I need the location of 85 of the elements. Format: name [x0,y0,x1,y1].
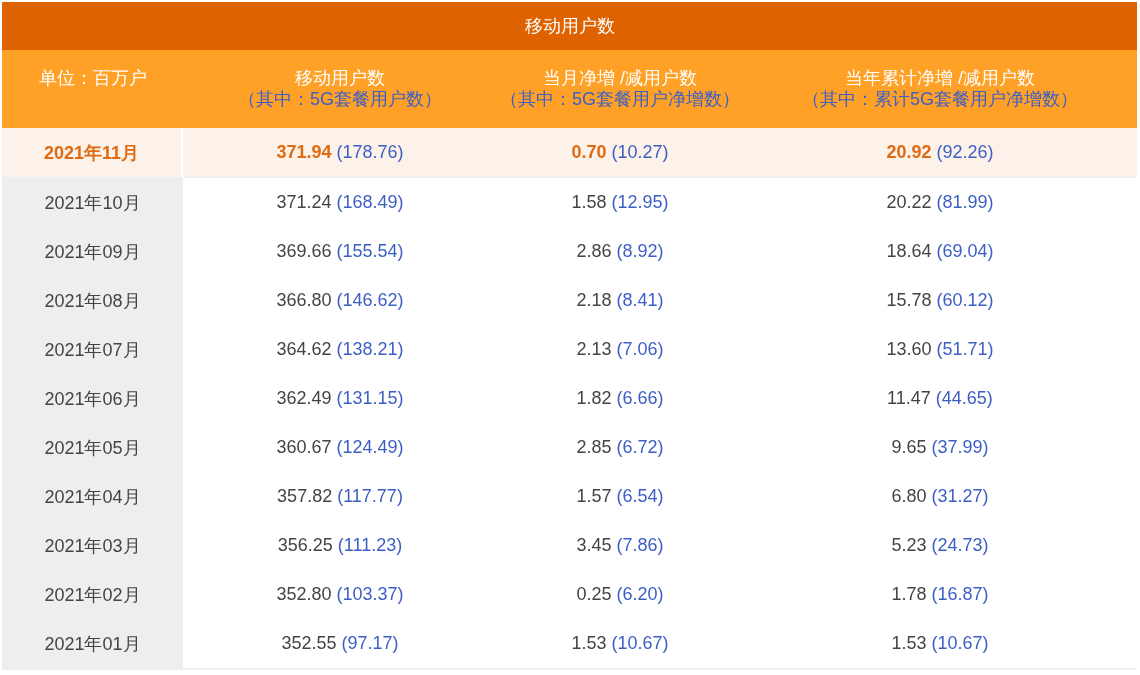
cell-5g-value: (51.71) [936,339,994,360]
cell-5g-value: (117.77) [337,486,403,507]
cell-5g-value: (138.21) [336,339,404,360]
cell-value: 2.13 [576,339,612,360]
cell-5g-value: (8.92) [616,241,664,262]
month-cell: 2021年06月 [2,374,183,423]
cell-value: 360.67 [276,437,332,458]
cell-value: 18.64 [886,241,932,262]
cell-value: 1.78 [891,584,927,605]
cell-5g-value: (7.86) [616,535,664,556]
cell-value: 352.55 [281,633,337,654]
column-header: 移动用户数 [295,68,385,89]
month-cell: 2021年05月 [2,423,183,472]
month-cell: 2021年03月 [2,521,183,570]
month-cell: 2021年08月 [2,276,183,325]
cell-value: 1.82 [576,388,612,409]
cell-5g-value: (10.67) [931,633,989,654]
cell-5g-value: (6.66) [616,388,664,409]
cell-value: 0.25 [576,584,612,605]
cell-value: 1.58 [571,192,607,213]
table-title: 移动用户数 [524,15,615,38]
cell-5g-value: (124.49) [336,437,404,458]
cell-5g-value: (10.27) [611,142,669,163]
cell-5g-value: (7.06) [616,339,664,360]
month-cell: 2021年02月 [2,570,183,619]
cell-5g-value: (6.72) [616,437,664,458]
month-cell: 2021年11月 [2,128,183,177]
column-note: （其中：累计5G套餐用户净增数） [802,89,1078,110]
cell-5g-value: (92.26) [936,142,994,163]
cell-5g-value: (24.73) [931,535,989,556]
cell-value: 20.92 [886,142,932,163]
cell-5g-value: (8.41) [616,290,664,311]
cell-5g-value: (60.12) [936,290,994,311]
cell-5g-value: (155.54) [336,241,404,262]
cell-5g-value: (146.62) [336,290,404,311]
cell-value: 2.86 [576,241,612,262]
cell-value: 3.45 [576,535,612,556]
cell-5g-value: (81.99) [936,192,994,213]
cell-5g-value: (97.17) [341,633,399,654]
cell-5g-value: (31.27) [931,486,989,507]
cell-value: 20.22 [886,192,932,213]
unit-label: 单位：百万户 [38,68,147,89]
cell-value: 364.62 [276,339,332,360]
month-cell: 2021年10月 [2,178,183,227]
cell-5g-value: (178.76) [336,142,404,163]
cell-5g-value: (131.15) [336,388,404,409]
cell-5g-value: (111.23) [337,535,403,556]
column-note: （其中：5G套餐用户净增数） [500,89,740,110]
column-header: 当月净增 /减用户数 [543,68,697,89]
cell-5g-value: (103.37) [336,584,404,605]
cell-5g-value: (16.87) [931,584,989,605]
cell-value: 356.25 [277,535,333,556]
cell-5g-value: (44.65) [935,388,993,409]
cell-value: 5.23 [891,535,927,556]
cell-value: 11.47 [887,388,931,409]
month-cell: 2021年07月 [2,325,183,374]
cell-5g-value: (69.04) [936,241,994,262]
cell-value: 2.85 [576,437,612,458]
month-cell: 2021年01月 [2,619,183,668]
cell-value: 357.82 [277,486,333,507]
cell-5g-value: (6.54) [616,486,664,507]
cell-value: 352.80 [276,584,332,605]
cell-value: 15.78 [886,290,932,311]
cell-value: 6.80 [891,486,927,507]
cell-value: 366.80 [276,290,332,311]
cell-value: 369.66 [276,241,332,262]
cell-5g-value: (37.99) [931,437,989,458]
cell-value: 371.94 [276,142,332,163]
month-cell: 2021年09月 [2,227,183,276]
cell-value: 0.70 [571,142,607,163]
month-cell: 2021年04月 [2,472,183,521]
cell-value: 1.57 [576,486,612,507]
cell-5g-value: (6.20) [616,584,664,605]
cell-value: 9.65 [891,437,927,458]
cell-value: 1.53 [571,633,607,654]
cell-5g-value: (10.67) [611,633,669,654]
cell-5g-value: (12.95) [611,192,669,213]
cell-value: 1.53 [891,633,927,654]
cell-5g-value: (168.49) [336,192,404,213]
cell-value: 362.49 [276,388,332,409]
cell-value: 13.60 [886,339,932,360]
cell-value: 2.18 [576,290,612,311]
cell-value: 371.24 [276,192,332,213]
column-note: （其中：5G套餐用户数） [238,89,442,110]
column-header: 当年累计净增 /减用户数 [845,68,1035,89]
